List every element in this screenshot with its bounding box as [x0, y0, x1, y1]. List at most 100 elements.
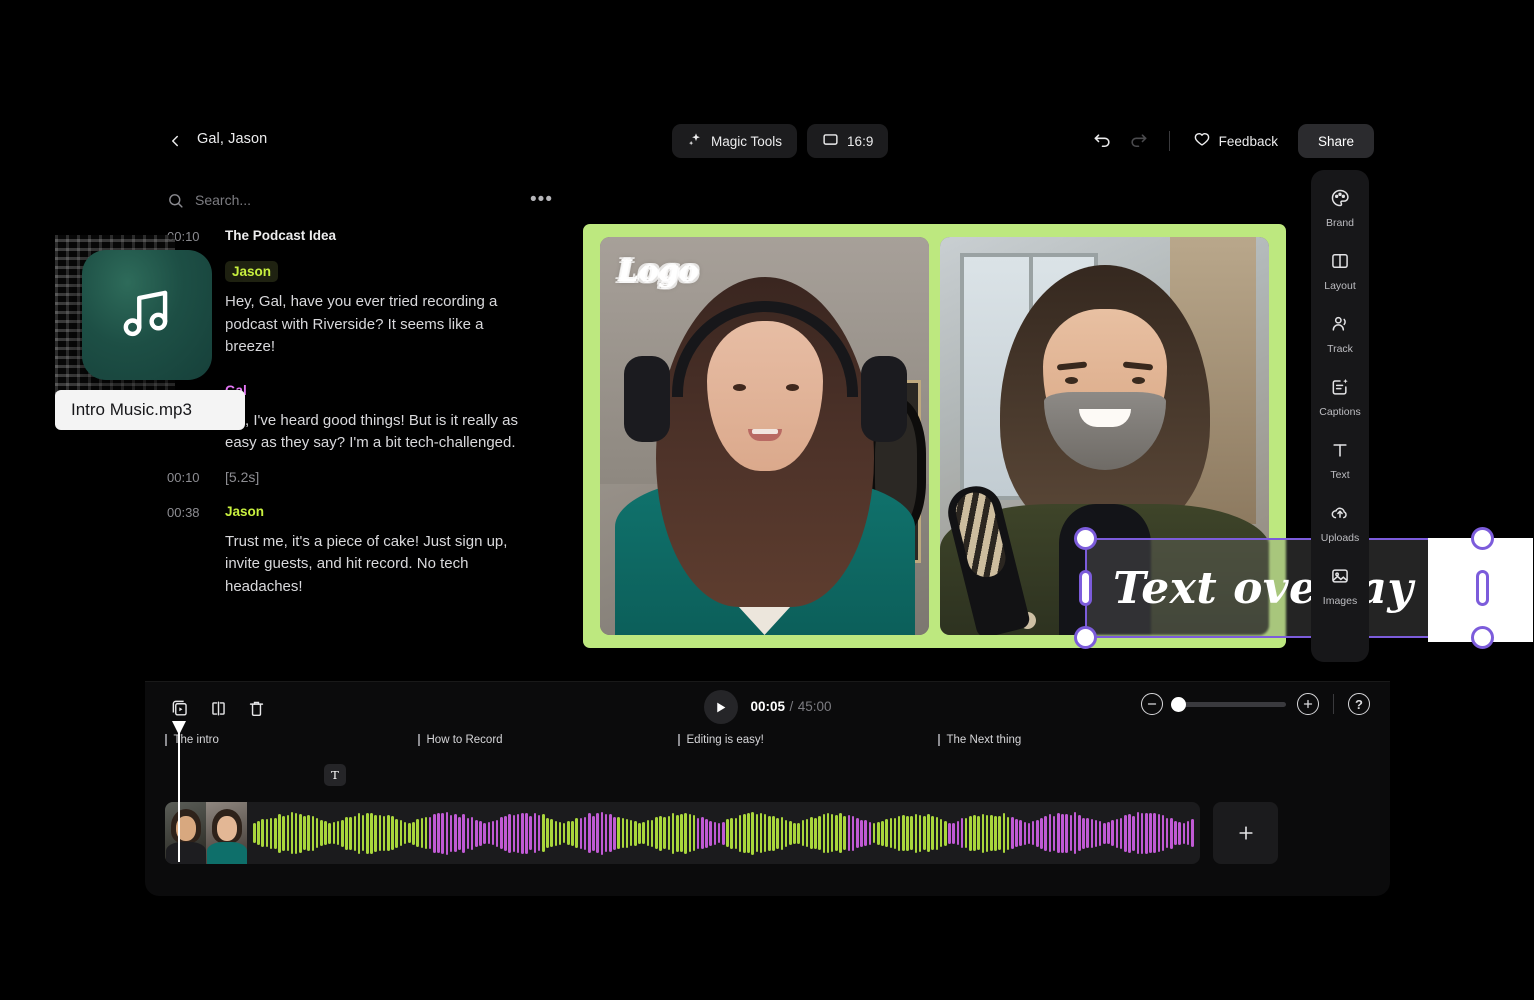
timeline-ruler[interactable]: The intro How to Record Editing is easy!…: [145, 732, 1390, 754]
gal-video-tile[interactable]: Logo: [600, 237, 929, 635]
sidebar-item-track[interactable]: Track: [1313, 308, 1367, 361]
waveform-bar: [876, 821, 880, 845]
waveform-bar: [1019, 820, 1022, 846]
feedback-button[interactable]: Feedback: [1183, 124, 1288, 158]
search-input[interactable]: [195, 192, 527, 208]
text-track-chip[interactable]: T: [324, 764, 346, 786]
waveform-bar: [634, 820, 637, 846]
duplicate-clip-icon[interactable]: [165, 693, 195, 723]
waveform-bar: [1128, 813, 1131, 853]
waveform-bar: [717, 823, 721, 843]
minus-circle-icon[interactable]: [1141, 693, 1163, 715]
trash-icon[interactable]: [241, 693, 271, 723]
chapter-marker[interactable]: The intro: [165, 734, 219, 746]
add-clip-button[interactable]: [1213, 802, 1278, 864]
transcript-speech-row[interactable]: 00:38 Jason Trust me, it's a piece of ca…: [167, 501, 561, 599]
sidebar-item-text[interactable]: Text: [1313, 434, 1367, 487]
resize-handle-bottom-left[interactable]: [1074, 626, 1097, 649]
playhead[interactable]: [172, 721, 186, 862]
sidebar-label: Captions: [1319, 406, 1361, 418]
waveform-bar: [885, 819, 888, 847]
top-bar: Gal, Jason Magic Tools 16:9 Feedback Sha…: [145, 112, 1390, 170]
waveform-bar: [801, 820, 805, 846]
waveform-bar: [960, 818, 964, 848]
waveform-bar: [449, 814, 453, 852]
waveform-bar: [805, 819, 809, 847]
waveform-bar: [780, 816, 784, 850]
drag-ghost[interactable]: Intro Music.mp3: [55, 235, 245, 435]
text-overlay-selection[interactable]: Text overlay: [1074, 527, 1533, 649]
aspect-ratio-button[interactable]: 16:9: [807, 124, 889, 158]
resize-handle-top-left[interactable]: [1074, 527, 1097, 550]
waveform-bar: [1098, 820, 1102, 846]
waveform-bar: [315, 818, 319, 848]
waveform-bar: [324, 821, 327, 845]
resize-handle-bottom-right[interactable]: [1471, 626, 1494, 649]
speaker-label[interactable]: Jason: [225, 501, 271, 522]
chapter-marker[interactable]: Editing is easy!: [678, 734, 764, 746]
chapter-marker[interactable]: The Next thing: [938, 734, 1021, 746]
aspect-ratio-label: 16:9: [847, 133, 874, 149]
waveform-bar: [881, 820, 884, 846]
transcript-text[interactable]: Trust me, it's a piece of cake! Just sig…: [225, 531, 527, 599]
sidebar-item-uploads[interactable]: Uploads: [1313, 497, 1367, 550]
waveform-bar: [956, 821, 960, 845]
redo-button[interactable]: [1122, 124, 1156, 158]
waveform-bar: [763, 814, 767, 852]
waveform-bar: [1132, 815, 1135, 851]
waveform-bar: [357, 812, 361, 854]
waveform-bar: [667, 816, 671, 850]
waveform-bar: [382, 815, 386, 851]
resize-handle-top-right[interactable]: [1471, 527, 1494, 550]
waveform-bar: [1077, 815, 1081, 851]
trim-icon[interactable]: [203, 693, 233, 723]
resize-handle-middle-left[interactable]: [1079, 570, 1092, 606]
waveform-bar: [349, 816, 352, 850]
magic-tools-label: Magic Tools: [711, 133, 783, 149]
sidebar-item-captions[interactable]: Captions: [1313, 371, 1367, 424]
zoom-slider-knob[interactable]: [1171, 696, 1186, 712]
waveform-bar: [797, 822, 800, 844]
undo-button[interactable]: [1086, 124, 1120, 158]
feedback-label: Feedback: [1218, 133, 1278, 149]
logo-overlay[interactable]: Logo: [618, 254, 699, 289]
waveform-bar: [1115, 818, 1119, 848]
back-button[interactable]: [162, 128, 188, 154]
waveform-bar: [1186, 821, 1190, 845]
music-file-card[interactable]: [82, 250, 212, 380]
waveform-bar: [675, 814, 679, 852]
sidebar-label: Uploads: [1320, 532, 1360, 544]
waveform-bar: [994, 815, 997, 851]
waveform-bar: [1002, 813, 1006, 853]
question-circle-icon[interactable]: ?: [1348, 693, 1370, 715]
waveform-bar: [1023, 821, 1027, 845]
waveform-bar: [366, 812, 369, 854]
center-toolbar: Magic Tools 16:9: [672, 124, 889, 158]
waveform-bar: [985, 814, 989, 852]
sidebar-item-layout[interactable]: Layout: [1313, 245, 1367, 298]
transcript-text[interactable]: Hey, Gal, have you ever tried recording …: [225, 291, 527, 359]
transcript-gap-row[interactable]: 00:10 [5.2s]: [167, 469, 561, 485]
editor-window: Gal, Jason Magic Tools 16:9 Feedback Sha…: [145, 112, 1390, 896]
chapter-marker[interactable]: How to Record: [418, 734, 503, 746]
waveform-bar: [902, 815, 905, 851]
zoom-slider[interactable]: [1171, 696, 1286, 712]
sidebar-item-images[interactable]: Images: [1313, 560, 1367, 613]
video-clip[interactable]: [165, 802, 1200, 864]
transcript-text[interactable]: Oh, I've heard good things! But is it re…: [225, 410, 527, 455]
audio-waveform[interactable]: [247, 802, 1200, 864]
portrait-eye: [1131, 377, 1145, 385]
sidebar-item-brand[interactable]: Brand: [1313, 182, 1367, 235]
waveform-bar: [663, 817, 666, 849]
waveform-bar: [257, 821, 260, 845]
waveform-bar: [826, 813, 830, 853]
magic-tools-button[interactable]: Magic Tools: [672, 124, 798, 158]
resize-handle-middle-right[interactable]: [1476, 570, 1489, 606]
plus-circle-icon[interactable]: [1297, 693, 1319, 715]
share-button[interactable]: Share: [1297, 124, 1374, 158]
waveform-bar: [923, 816, 926, 850]
play-button[interactable]: [703, 690, 738, 724]
waveform-bar: [1111, 820, 1115, 846]
more-horizontal-icon[interactable]: •••: [526, 190, 557, 209]
waveform-bar: [860, 819, 863, 847]
